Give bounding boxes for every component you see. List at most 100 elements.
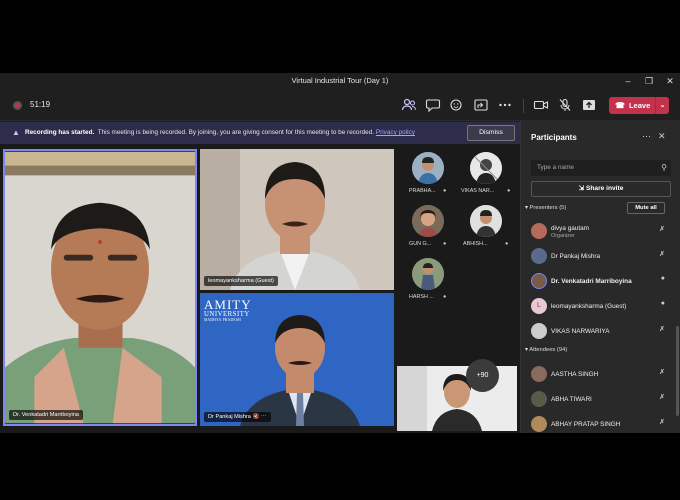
- search-placeholder: Type a name: [537, 164, 574, 171]
- search-input[interactable]: Type a name ⚲: [531, 160, 671, 176]
- avatar-tile[interactable]: VIKAS NAR... ●: [457, 149, 515, 207]
- mute-all-button[interactable]: Mute all: [627, 202, 665, 214]
- mic-off-icon: 🔇: [252, 414, 260, 420]
- chevron-down-icon[interactable]: ⌄: [655, 97, 669, 114]
- leave-label: Leave: [628, 101, 651, 110]
- participant-name: divya gautam: [551, 225, 590, 232]
- participant-name: ABHA TIWARI: [551, 396, 592, 403]
- mic-off-icon: ✗: [659, 369, 665, 376]
- share-tray-icon[interactable]: [581, 98, 597, 112]
- share-invite-label: Share invite: [585, 185, 624, 192]
- people-icon[interactable]: [401, 98, 417, 112]
- participant-row[interactable]: ABHA TIWARI ✗: [529, 388, 669, 410]
- video-tile-main[interactable]: Dr. Venkatadri Marriboyina: [3, 149, 197, 426]
- participant-row[interactable]: Dr. Venkatadri Marriboyina ●: [529, 270, 669, 292]
- mic-off-icon: ✗: [659, 419, 665, 426]
- mic-off-icon: ✗: [659, 226, 665, 233]
- video-tile-bottom-right[interactable]: [397, 366, 517, 431]
- video-tile-bottom-middle[interactable]: AMITY UNIVERSITY MADHYA PRADESH Dr Panka…: [200, 293, 394, 426]
- amity-logo: AMITY UNIVERSITY MADHYA PRADESH: [204, 297, 252, 322]
- teams-meeting-window: Virtual Industrial Tour (Day 1) – ❐ ✕ 51…: [0, 73, 680, 433]
- avatar: [531, 273, 547, 289]
- participant-row[interactable]: VIKAS NARWARIYA ✗: [529, 320, 669, 342]
- close-window-icon[interactable]: ✕: [659, 75, 680, 88]
- avatar: [531, 223, 547, 239]
- maximize-icon[interactable]: ❐: [638, 75, 660, 88]
- mic-off-icon: ●: [507, 188, 511, 194]
- mic-icon: ●: [660, 300, 665, 307]
- avatar-label: HARSH ...: [409, 294, 434, 300]
- avatar-tile[interactable]: PRABHA... ●: [399, 149, 457, 207]
- more-options-icon[interactable]: ⋯: [642, 131, 651, 142]
- more-options-icon[interactable]: ⋯: [261, 414, 267, 420]
- dismiss-button[interactable]: Dismiss: [467, 125, 515, 141]
- participant-row[interactable]: L leomayanksharma (Guest) ●: [529, 295, 669, 317]
- participant-row[interactable]: Dr Pankaj Mishra ✗: [529, 245, 669, 267]
- participant-name: Dr. Venkatadri Marriboyina: [551, 278, 632, 285]
- privacy-policy-link[interactable]: Privacy policy: [376, 129, 415, 136]
- chevron-down-icon: ▾: [525, 347, 528, 353]
- avatar-tile[interactable]: ABHISH... ●: [457, 202, 515, 260]
- presenters-header-label: Presenters (5): [529, 205, 567, 211]
- chevron-down-icon: ▾: [525, 205, 528, 211]
- share-icon[interactable]: [473, 98, 489, 112]
- camera-icon[interactable]: [533, 98, 549, 112]
- mic-off-icon: ●: [505, 241, 509, 247]
- meeting-toolbar: 51:19 ☎ Leave ⌄: [0, 90, 680, 121]
- meeting-timer: 51:19: [30, 100, 51, 109]
- participant-role: Organizer: [551, 233, 575, 239]
- attendees-header[interactable]: ▾ Attendees (94): [525, 347, 567, 353]
- reactions-icon[interactable]: [449, 98, 465, 112]
- more-participants-button[interactable]: +90: [466, 359, 499, 392]
- panel-title: Participants: [531, 133, 577, 142]
- avatar-label: PRABHA...: [409, 188, 436, 194]
- toolbar-separator: [523, 99, 524, 113]
- guest-video: [200, 149, 394, 290]
- video-tile-top-right[interactable]: leomayanksharma (Guest): [200, 149, 394, 290]
- participant-name: VIKAS NARWARIYA: [551, 328, 610, 335]
- banner-message: Recording has started. This meeting is b…: [25, 129, 415, 136]
- participant-row[interactable]: AASTHA SINGH ✗: [529, 363, 669, 385]
- participant-avatar-grid: PRABHA... ● VIKAS NAR... ● GUN G... ● AB…: [397, 149, 517, 335]
- avatar: [531, 248, 547, 264]
- mic-off-icon[interactable]: [557, 98, 573, 112]
- share-invite-button[interactable]: ⇲ Share invite: [531, 181, 671, 197]
- avatar-tile[interactable]: HARSH ... ●: [399, 255, 457, 313]
- minimize-icon[interactable]: –: [617, 75, 639, 88]
- letterbox-bottom: [0, 433, 680, 500]
- participants-panel: Participants ⋯ ✕ Type a name ⚲ ⇲ Share i…: [520, 121, 680, 433]
- pankaj-video-nametag: Dr Pankaj Mishra 🔇 ⋯: [204, 412, 271, 422]
- presenters-header[interactable]: ▾ Presenters (5): [525, 205, 566, 211]
- avatar-tile[interactable]: GUN G... ●: [399, 202, 457, 260]
- avatar-label: VIKAS NAR...: [461, 188, 495, 194]
- recording-indicator-icon: [13, 101, 22, 110]
- participant-name: Dr Pankaj Mishra: [551, 253, 601, 260]
- banner-bold-text: Recording has started.: [25, 129, 95, 136]
- participant-row[interactable]: divya gautam Organizer ✗: [529, 220, 669, 242]
- letterbox-top: [0, 0, 680, 73]
- leave-button[interactable]: ☎ Leave ⌄: [609, 97, 669, 114]
- window-title: Virtual Industrial Tour (Day 1): [291, 76, 389, 85]
- panel-scrollbar[interactable]: [676, 326, 679, 416]
- chat-icon[interactable]: [425, 98, 441, 113]
- mic-off-icon: ✗: [659, 251, 665, 258]
- logo-line-1: AMITY: [204, 297, 252, 312]
- avatar: [470, 152, 502, 184]
- participant-name: leomayanksharma (Guest): [551, 303, 627, 310]
- title-bar: Virtual Industrial Tour (Day 1) – ❐ ✕: [0, 73, 680, 90]
- avatar: [531, 323, 547, 339]
- avatar: [470, 205, 502, 237]
- participant-name: ABHAY PRATAP SINGH: [551, 421, 621, 428]
- phone-icon: ☎: [615, 101, 625, 110]
- mic-off-icon: ●: [443, 188, 447, 194]
- mic-icon: ●: [660, 275, 665, 282]
- more-icon[interactable]: [497, 98, 513, 112]
- banner-text: This meeting is being recorded. By joini…: [97, 129, 375, 136]
- mic-off-icon: ●: [443, 294, 447, 300]
- avatar: [531, 416, 547, 432]
- participant-row[interactable]: ABHAY PRATAP SINGH ✗: [529, 413, 669, 433]
- close-icon[interactable]: ✕: [658, 131, 666, 142]
- avatar: [531, 366, 547, 382]
- avatar-label: GUN G...: [409, 241, 432, 247]
- logo-line-2: UNIVERSITY: [204, 311, 250, 318]
